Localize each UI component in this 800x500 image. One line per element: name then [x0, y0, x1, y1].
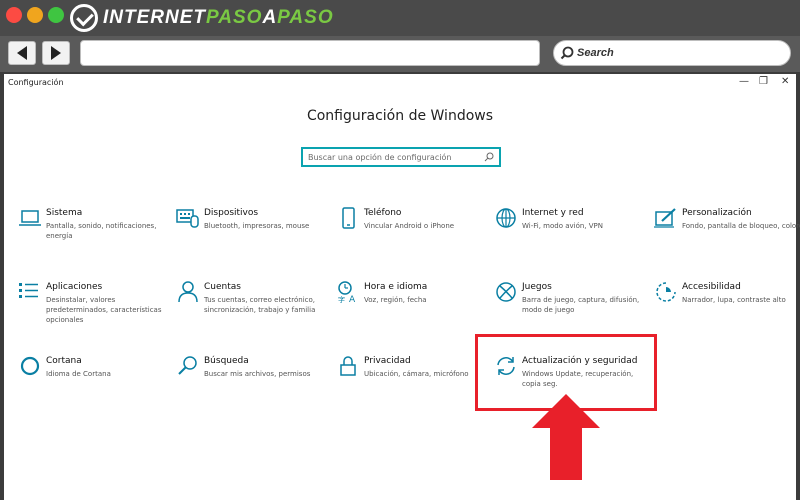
tile-name: Aplicaciones [46, 282, 103, 292]
svg-text:A: A [349, 295, 356, 304]
tile-description: Narrador, lupa, contraste alto [682, 296, 786, 304]
cortana-icon [20, 356, 40, 376]
tile-description: Idioma de Cortana [46, 370, 111, 378]
address-bar[interactable] [80, 40, 540, 66]
search-icon [178, 356, 197, 375]
tile-hora-e-idioma[interactable]: A 字 Hora e idioma Voz, región, fecha [336, 280, 486, 330]
tile-description: Tus cuentas, correo electrónico, sincron… [204, 296, 316, 314]
tile-description: Fondo, pantalla de bloqueo, colores [682, 222, 800, 230]
window-title: Configuración [8, 78, 64, 87]
tile-name: Sistema [46, 208, 83, 218]
tile-description: Vincular Android o iPhone [364, 222, 455, 230]
keyboard-icon [176, 209, 199, 228]
settings-window: Configuración — ❐ ✕ Configuración de Win… [4, 74, 800, 500]
site-logo: INTERNETPASOAPASO [70, 3, 334, 33]
tile-aplicaciones[interactable]: Aplicaciones Desinstalar, valores predet… [18, 280, 168, 330]
xbox-icon [496, 282, 516, 302]
browser-title-bar: INTERNETPASOAPASO [0, 0, 800, 36]
globe-icon [496, 208, 516, 228]
svg-text:字: 字 [338, 295, 345, 304]
tile-personalizacion[interactable]: Personalización Fondo, pantalla de bloqu… [654, 206, 800, 256]
settings-search[interactable] [301, 147, 501, 167]
tile-name: Dispositivos [204, 208, 259, 218]
lock-icon [340, 356, 356, 376]
tile-name: Juegos [522, 282, 552, 292]
logo-text-internet: INTERNET [103, 7, 206, 28]
tile-name: Cuentas [204, 282, 241, 292]
close-button[interactable]: ✕ [781, 76, 789, 87]
browser-search-box[interactable]: Search [553, 40, 791, 66]
tile-description: Desinstalar, valores predeterminados, ca… [46, 296, 162, 324]
tile-name: Hora e idioma [364, 282, 428, 292]
tile-name: Accesibilidad [682, 282, 741, 292]
tile-internet-y-red[interactable]: Internet y red Wi-Fi, modo avión, VPN [494, 206, 644, 256]
back-button[interactable] [8, 41, 36, 65]
tile-name: Internet y red [522, 208, 584, 218]
tile-juegos[interactable]: Juegos Barra de juego, captura, difusión… [494, 280, 644, 330]
tile-cortana[interactable]: Cortana Idioma de Cortana [18, 354, 168, 404]
tile-name: Privacidad [364, 356, 411, 366]
tile-dispositivos[interactable]: Dispositivos Bluetooth, impresoras, mous… [176, 206, 326, 256]
tile-description: Pantalla, sonido, notificaciones, energí… [46, 222, 157, 240]
tile-description: Barra de juego, captura, difusión, modo … [522, 296, 640, 314]
paint-icon [654, 208, 676, 228]
tile-cuentas[interactable]: Cuentas Tus cuentas, correo electrónico,… [176, 280, 326, 330]
tile-description: Buscar mis archivos, permisos [204, 370, 311, 378]
apps-list-icon [19, 283, 38, 298]
zoom-window-button[interactable] [48, 7, 64, 23]
forward-button[interactable] [42, 41, 70, 65]
tile-privacidad[interactable]: Privacidad Ubicación, cámara, micrófono [336, 354, 486, 404]
page-title: Configuración de Windows [306, 108, 494, 124]
minimize-button[interactable]: — [739, 76, 749, 87]
close-window-button[interactable] [6, 7, 22, 23]
tile-name: Teléfono [364, 208, 402, 218]
person-icon [178, 281, 198, 303]
accessibility-icon [656, 282, 676, 302]
logo-check-icon [70, 4, 98, 32]
tile-sistema[interactable]: Sistema Pantalla, sonido, notificaciones… [18, 206, 168, 256]
browser-toolbar: Search [0, 36, 800, 72]
magnifier-icon [560, 46, 574, 60]
settings-search-input[interactable] [303, 152, 484, 162]
tile-busqueda[interactable]: Búsqueda Buscar mis archivos, permisos [176, 354, 326, 404]
logo-text-paso2: PASO [277, 7, 334, 28]
tile-name: Búsqueda [204, 356, 249, 366]
arrow-left-icon [17, 46, 27, 60]
tile-name: Cortana [46, 356, 82, 366]
laptop-icon [19, 210, 41, 226]
search-icon [484, 152, 494, 162]
logo-text-a: A [262, 7, 278, 28]
phone-icon [342, 207, 355, 229]
red-arrow-up-icon [532, 394, 600, 480]
search-label: Search [577, 47, 614, 59]
tile-description: Wi-Fi, modo avión, VPN [522, 222, 603, 230]
tile-description: Voz, región, fecha [364, 296, 427, 304]
arrow-right-icon [51, 46, 61, 60]
tile-telefono[interactable]: Teléfono Vincular Android o iPhone [336, 206, 486, 256]
maximize-button[interactable]: ❐ [759, 76, 768, 87]
time-language-icon: A 字 [338, 281, 356, 304]
tile-name: Personalización [682, 208, 752, 218]
tile-accesibilidad[interactable]: Accesibilidad Narrador, lupa, contraste … [654, 280, 800, 330]
minimize-window-button[interactable] [27, 7, 43, 23]
logo-text-paso1: PASO [206, 7, 263, 28]
tile-description: Bluetooth, impresoras, mouse [204, 222, 310, 230]
